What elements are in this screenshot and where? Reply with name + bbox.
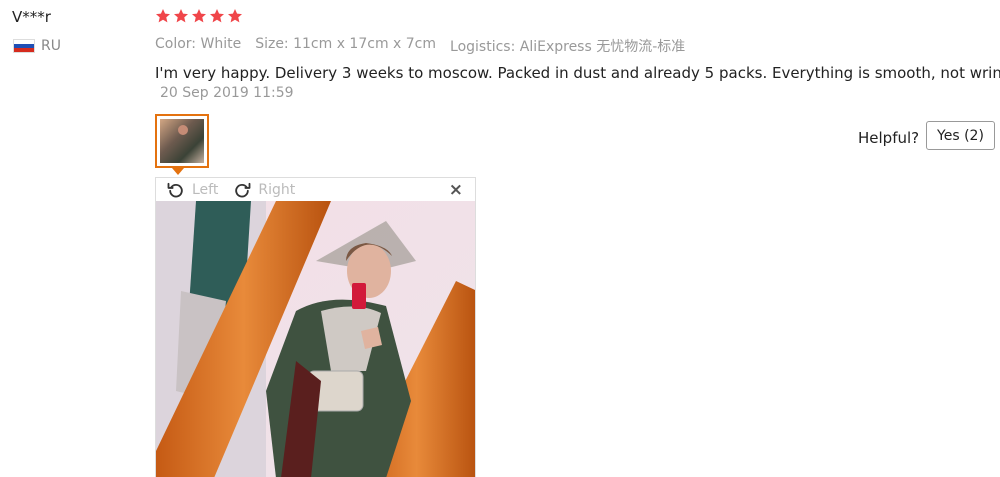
attr-size: Size: 11cm x 17cm x 7cm xyxy=(255,36,437,52)
reviewer-name: V***r xyxy=(12,8,51,26)
review-photo xyxy=(156,201,475,477)
star-icon xyxy=(156,9,170,23)
thumbnail-image xyxy=(160,119,204,163)
rotate-right-label: Right xyxy=(258,181,296,198)
attr-color: Color: White xyxy=(155,36,242,52)
product-attributes: Color: White Size: 11cm x 17cm x 7cm Log… xyxy=(155,36,685,56)
review-text: I'm very happy. Delivery 3 weeks to mosc… xyxy=(155,64,1000,82)
star-icon xyxy=(174,9,188,23)
rotate-left-icon xyxy=(167,182,183,197)
reviewer-country: RU xyxy=(13,38,61,54)
review-photo-thumbnail[interactable] xyxy=(155,114,209,168)
attr-logistics: Logistics: AliExpress 无忧物流-标准 xyxy=(450,39,686,55)
rotate-right-button[interactable]: Right xyxy=(232,180,295,200)
star-rating xyxy=(155,8,243,24)
close-icon[interactable]: × xyxy=(449,180,463,200)
star-icon xyxy=(192,9,206,23)
star-icon xyxy=(228,9,242,23)
rotate-right-icon xyxy=(235,182,251,197)
rotate-left-label: Left xyxy=(192,181,219,198)
helpful-label: Helpful? xyxy=(858,129,920,147)
thumbnail-pointer xyxy=(172,168,184,175)
review-date: 20 Sep 2019 11:59 xyxy=(160,85,294,101)
mirror-selfie-image xyxy=(156,201,475,477)
helpful-yes-button[interactable]: Yes (2) xyxy=(926,121,995,150)
flag-russia-icon xyxy=(13,39,35,53)
photo-viewer: Left Right × xyxy=(155,177,476,477)
star-icon xyxy=(210,9,224,23)
country-code: RU xyxy=(41,38,61,54)
rotate-left-button[interactable]: Left xyxy=(166,180,218,200)
viewer-toolbar: Left Right × xyxy=(156,178,475,201)
